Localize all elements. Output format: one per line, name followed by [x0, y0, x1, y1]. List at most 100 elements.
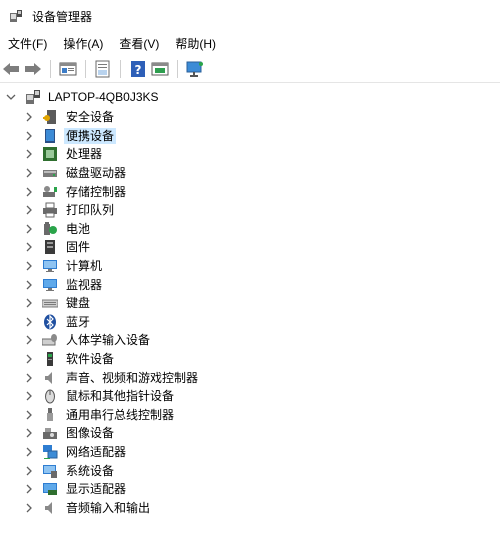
tree-item-label: 蓝牙: [66, 314, 91, 329]
title-bar: 设备管理器: [0, 0, 500, 32]
portable-device-icon: [42, 128, 58, 144]
toolbar-separator: [50, 60, 51, 78]
tree-item-keyboard[interactable]: 键盘: [0, 294, 500, 313]
security-device-icon: [42, 109, 58, 125]
tree-item-imaging-device[interactable]: 图像设备: [0, 424, 500, 443]
chevron-right-icon[interactable]: [24, 373, 34, 383]
tree-item-label: 存储控制器: [66, 184, 127, 199]
tree-item-hid[interactable]: 人体学输入设备: [0, 331, 500, 350]
tree-item-label: 鼠标和其他指针设备: [66, 389, 175, 404]
tree-item-audio-io[interactable]: 音频输入和输出: [0, 498, 500, 517]
menu-view[interactable]: 查看(V): [111, 34, 167, 54]
chevron-right-icon[interactable]: [24, 168, 34, 178]
computer-icon: [24, 88, 42, 106]
chevron-right-icon[interactable]: [24, 391, 34, 401]
menu-file[interactable]: 文件(F): [0, 34, 55, 54]
properties-icon[interactable]: [57, 58, 79, 80]
system-device-icon: [42, 463, 58, 479]
tree-item-system-device[interactable]: 系统设备: [0, 461, 500, 480]
tree-item-label: 计算机: [66, 259, 103, 274]
tree-item-software-device[interactable]: 软件设备: [0, 350, 500, 369]
chevron-right-icon[interactable]: [24, 428, 34, 438]
tree-item-mouse[interactable]: 鼠标和其他指针设备: [0, 387, 500, 406]
firmware-icon: [42, 239, 58, 255]
print-queue-icon: [42, 202, 58, 218]
chevron-right-icon[interactable]: [24, 242, 34, 252]
chevron-right-icon[interactable]: [24, 335, 34, 345]
chevron-right-icon[interactable]: [24, 484, 34, 494]
camera-icon: [42, 425, 58, 441]
chevron-right-icon[interactable]: [24, 410, 34, 420]
update-driver-icon[interactable]: [92, 58, 114, 80]
tree-item-usb[interactable]: 通用串行总线控制器: [0, 406, 500, 425]
chevron-right-icon[interactable]: [24, 466, 34, 476]
chevron-down-icon[interactable]: [6, 92, 16, 102]
tree-item-processor[interactable]: 处理器: [0, 145, 500, 164]
tree-root-label: LAPTOP-4QB0J3KS: [48, 90, 159, 104]
chevron-right-icon[interactable]: [24, 112, 34, 122]
network-adapter-icon: [42, 444, 58, 460]
monitor-icon: [42, 277, 58, 293]
chevron-right-icon[interactable]: [24, 261, 34, 271]
chevron-right-icon[interactable]: [24, 149, 34, 159]
tree-item-storage-controller[interactable]: 存储控制器: [0, 182, 500, 201]
tree-item-bluetooth[interactable]: 蓝牙: [0, 313, 500, 332]
tree-root[interactable]: LAPTOP-4QB0J3KS: [0, 86, 500, 108]
tree-item-display-adapter[interactable]: 显示适配器: [0, 480, 500, 499]
bluetooth-icon: [42, 314, 58, 330]
tree-item-monitor[interactable]: 监视器: [0, 275, 500, 294]
tree-item-portable-device[interactable]: 便携设备: [0, 127, 500, 146]
tree-item-label: 键盘: [66, 296, 91, 311]
tree-item-label: 打印队列: [66, 203, 115, 218]
chevron-right-icon[interactable]: [24, 205, 34, 215]
tree-item-sound-video-game[interactable]: 声音、视频和游戏控制器: [0, 368, 500, 387]
chevron-right-icon[interactable]: [24, 298, 34, 308]
tree-item-battery[interactable]: 电池: [0, 220, 500, 239]
forward-icon[interactable]: [22, 58, 44, 80]
disk-drive-icon: [42, 165, 58, 181]
storage-controller-icon: [42, 184, 58, 200]
menu-help[interactable]: 帮助(H): [167, 34, 224, 54]
tree-item-label: 安全设备: [66, 110, 115, 125]
hid-icon: [42, 332, 58, 348]
tree-item-firmware[interactable]: 固件: [0, 238, 500, 257]
tree-item-print-queue[interactable]: 打印队列: [0, 201, 500, 220]
chevron-right-icon[interactable]: [24, 317, 34, 327]
toolbar-separator: [177, 60, 178, 78]
keyboard-icon: [42, 295, 58, 311]
tree-item-label: 系统设备: [66, 463, 115, 478]
chevron-right-icon[interactable]: [24, 187, 34, 197]
tree-item-label: 处理器: [66, 147, 103, 162]
chevron-right-icon[interactable]: [24, 354, 34, 364]
menu-bar: 文件(F) 操作(A) 查看(V) 帮助(H): [0, 34, 500, 54]
tree-item-network-adapter[interactable]: 网络适配器: [0, 443, 500, 462]
help-icon[interactable]: ?: [127, 58, 149, 80]
speaker-icon: [42, 370, 58, 386]
tree-item-label: 图像设备: [66, 426, 115, 441]
back-icon[interactable]: [0, 58, 22, 80]
tree-item-security-device[interactable]: 安全设备: [0, 108, 500, 127]
device-manager-icon: [8, 8, 24, 24]
tree-item-label: 通用串行总线控制器: [66, 407, 175, 422]
tree-item-label: 便携设备: [64, 127, 117, 144]
tree-item-computer[interactable]: 计算机: [0, 257, 500, 276]
tree-item-label: 软件设备: [66, 352, 115, 367]
tree-item-disk-drive[interactable]: 磁盘驱动器: [0, 164, 500, 183]
menu-action[interactable]: 操作(A): [55, 34, 111, 54]
processor-icon: [42, 146, 58, 162]
tree-item-label: 音频输入和输出: [66, 500, 151, 515]
mouse-icon: [42, 388, 58, 404]
chevron-right-icon[interactable]: [24, 280, 34, 290]
chevron-right-icon[interactable]: [24, 224, 34, 234]
tree-item-label: 显示适配器: [66, 482, 127, 497]
chevron-right-icon[interactable]: [24, 131, 34, 141]
chevron-right-icon[interactable]: [24, 503, 34, 513]
tree-item-label: 磁盘驱动器: [66, 166, 127, 181]
scan-icon[interactable]: [184, 58, 206, 80]
computer-icon: [42, 258, 58, 274]
audio-io-icon: [42, 500, 58, 516]
toolbar: ?: [0, 56, 500, 83]
tree-item-label: 声音、视频和游戏控制器: [66, 370, 199, 385]
chevron-right-icon[interactable]: [24, 447, 34, 457]
view-icon[interactable]: [149, 58, 171, 80]
